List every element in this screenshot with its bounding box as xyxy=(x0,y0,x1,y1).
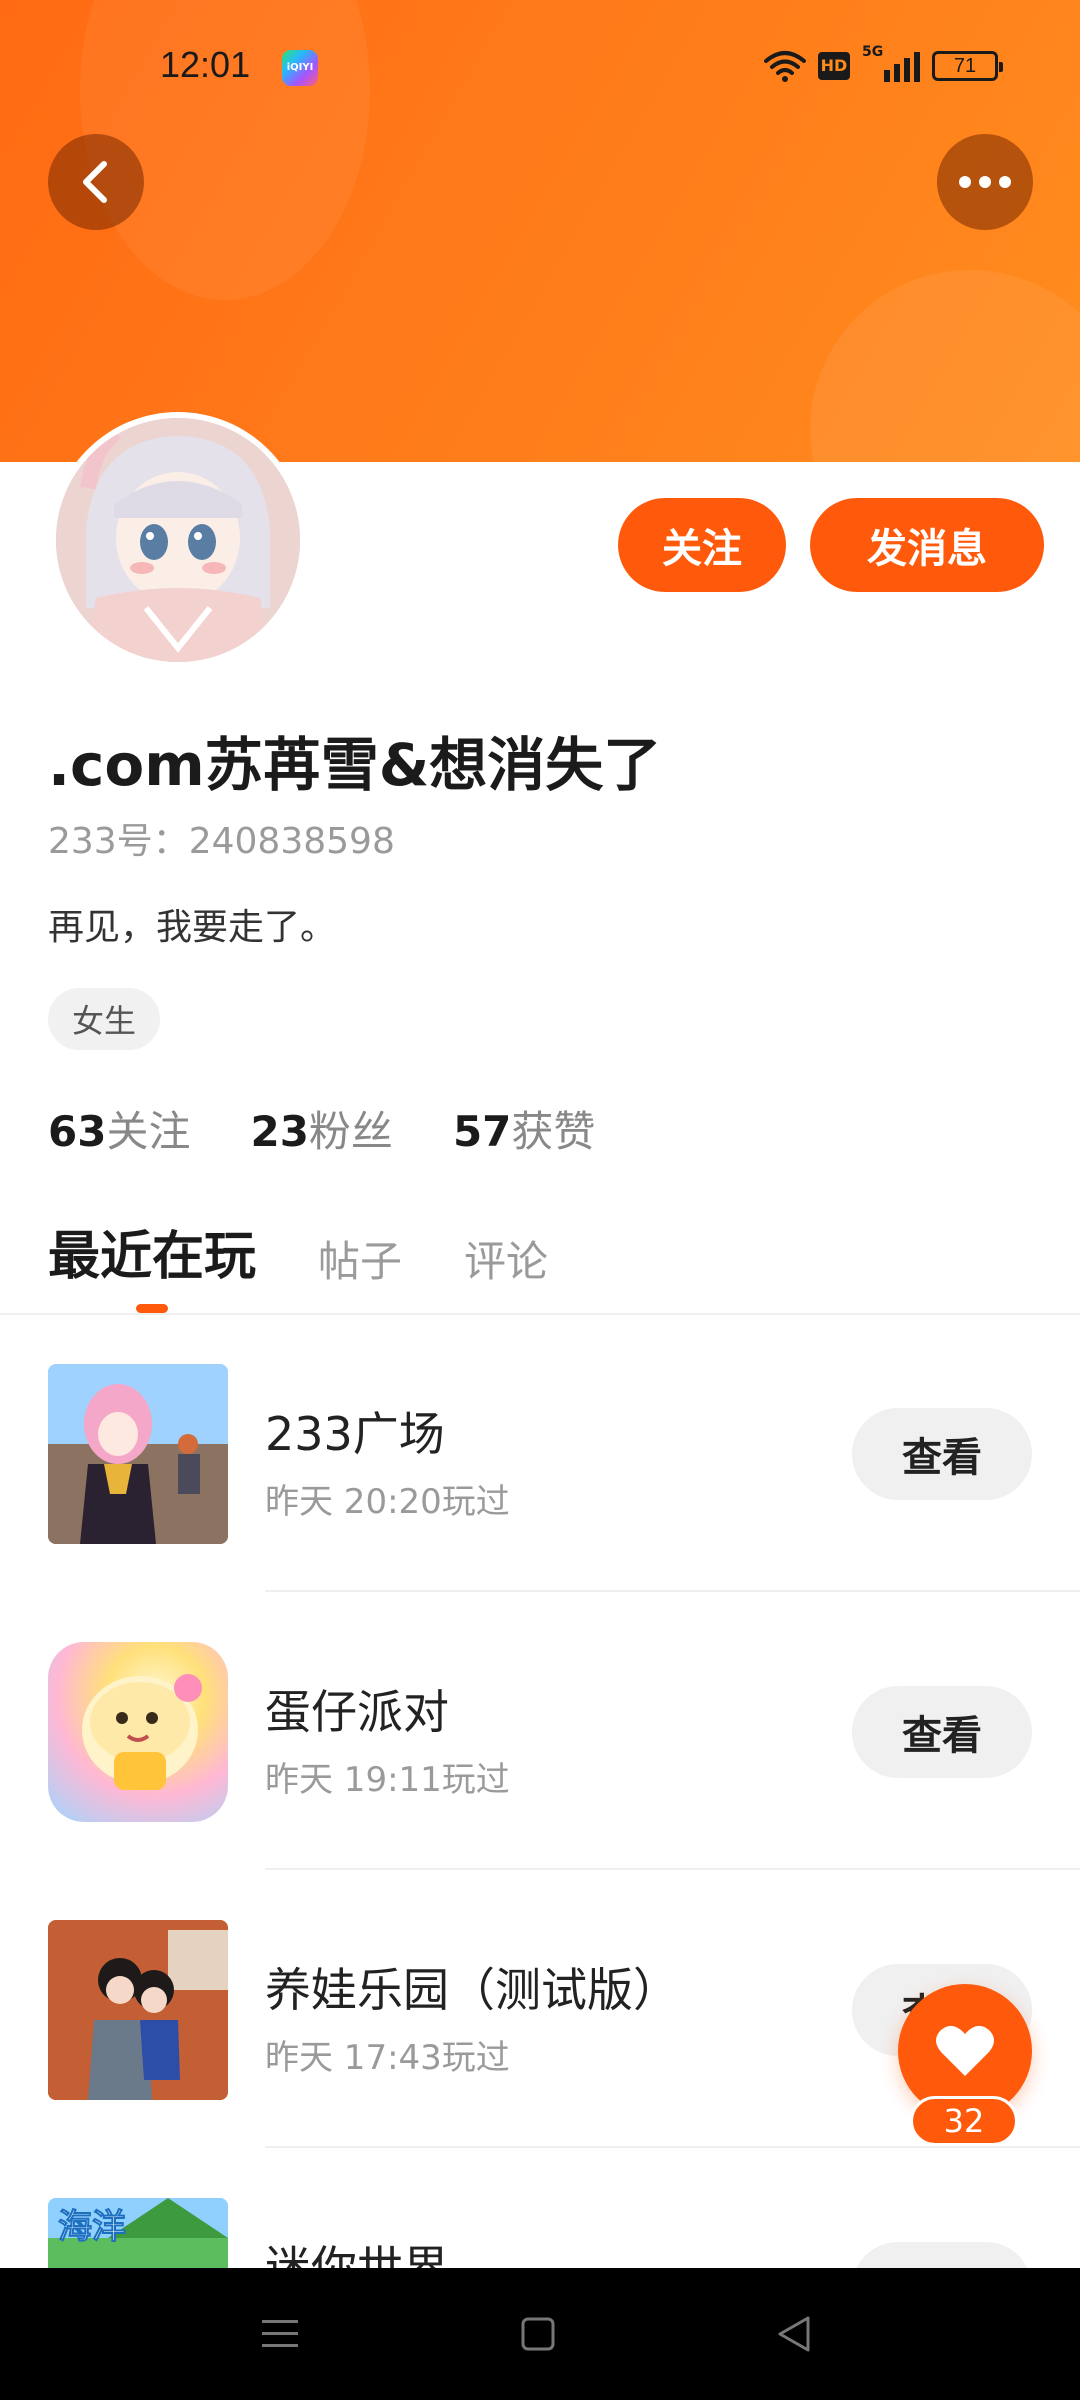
iqiyi-app-icon: iQIYI xyxy=(282,50,318,86)
view-button[interactable]: 查看 xyxy=(852,1686,1032,1778)
stats-row: 63关注 23粉丝 57获赞 xyxy=(48,1098,595,1159)
network-type: 5G xyxy=(862,44,884,60)
stat-number: 63 xyxy=(48,1107,107,1156)
send-message-button[interactable]: 发消息 xyxy=(810,498,1044,592)
like-count-badge: 32 xyxy=(910,2096,1018,2146)
stat-likes[interactable]: 57获赞 xyxy=(453,1098,595,1159)
game-played-time: 昨天 20:20玩过 xyxy=(265,1482,510,1522)
divider xyxy=(265,1868,1080,1870)
banner-decoration xyxy=(810,270,1080,462)
status-time: 12:01 xyxy=(160,44,251,85)
nav-menu-button[interactable] xyxy=(250,2304,310,2364)
divider xyxy=(265,2146,1080,2148)
back-button[interactable] xyxy=(48,134,144,230)
list-item[interactable]: 蛋仔派对 昨天 19:11玩过 查看 xyxy=(0,1642,1080,1920)
gender-tag: 女生 xyxy=(48,988,161,1050)
stat-label: 关注 xyxy=(106,1107,191,1156)
divider xyxy=(265,1590,1080,1592)
tab-posts[interactable]: 帖子 xyxy=(318,1228,402,1289)
svg-text:海洋: 海洋 xyxy=(58,2207,126,2247)
nav-home-button[interactable] xyxy=(508,2304,568,2364)
username: .com苏苒雪&想消失了 xyxy=(48,731,662,799)
stat-number: 23 xyxy=(250,1107,309,1156)
stat-label: 粉丝 xyxy=(308,1107,393,1156)
status-bar: 12:01 iQIYI HD 5G 71 xyxy=(0,0,1080,140)
avatar[interactable] xyxy=(50,412,306,668)
stat-fans[interactable]: 23粉丝 xyxy=(250,1098,392,1159)
wifi-icon xyxy=(764,51,806,82)
back-arrow-icon xyxy=(83,161,107,203)
home-square-icon xyxy=(521,2317,555,2351)
tab-comments[interactable]: 评论 xyxy=(464,1228,548,1289)
user-bio: 再见，我要走了。 xyxy=(48,907,337,948)
game-name: 养娃乐园（测试版） xyxy=(265,1963,679,2017)
stat-following[interactable]: 63关注 xyxy=(48,1098,190,1159)
system-nav-bar xyxy=(0,2268,1080,2400)
game-thumbnail xyxy=(48,1364,228,1544)
profile-tabs: 最近在玩 帖子 评论 xyxy=(48,1214,548,1289)
divider xyxy=(0,1313,1080,1315)
back-triangle-icon xyxy=(778,2316,810,2352)
more-dots-icon xyxy=(959,176,1011,188)
tab-recently-played[interactable]: 最近在玩 xyxy=(48,1214,256,1289)
stat-label: 获赞 xyxy=(511,1107,596,1156)
view-button[interactable]: 查看 xyxy=(852,1408,1032,1500)
game-played-time: 昨天 17:43玩过 xyxy=(265,2038,510,2078)
user-id: 233号：240838598 xyxy=(48,821,395,862)
more-button[interactable] xyxy=(937,134,1033,230)
hd-badge: HD xyxy=(818,52,850,80)
menu-icon xyxy=(262,2320,298,2347)
heart-icon xyxy=(936,2025,994,2076)
battery-icon: 71 xyxy=(932,51,1003,81)
game-name: 233广场 xyxy=(265,1407,445,1461)
game-thumbnail xyxy=(48,1642,228,1822)
list-item[interactable]: 233广场 昨天 20:20玩过 查看 xyxy=(0,1364,1080,1642)
stat-number: 57 xyxy=(452,1107,512,1156)
nav-back-button[interactable] xyxy=(764,2304,824,2364)
active-tab-indicator xyxy=(136,1304,168,1313)
game-thumbnail xyxy=(48,1920,228,2100)
follow-button[interactable]: 关注 xyxy=(618,498,786,592)
game-name: 蛋仔派对 xyxy=(265,1685,449,1739)
signal-icon: 5G xyxy=(862,44,920,82)
avatar-image xyxy=(56,418,300,662)
game-played-time: 昨天 19:11玩过 xyxy=(265,1760,510,1800)
status-icons: HD 5G 71 xyxy=(764,44,1003,86)
